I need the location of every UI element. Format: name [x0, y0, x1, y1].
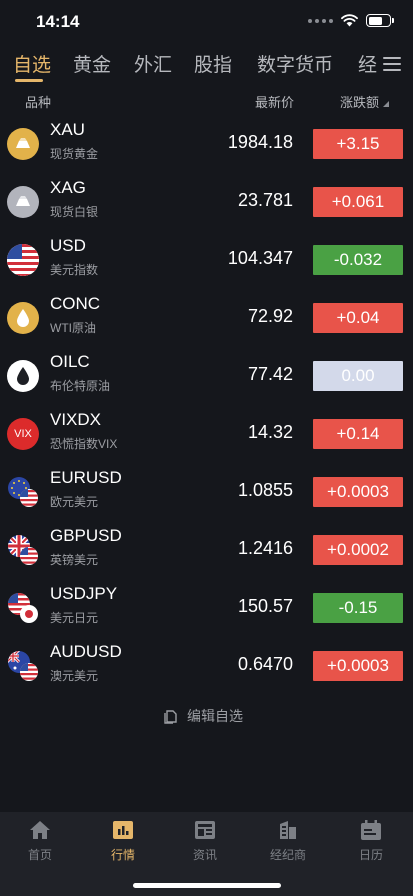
quote-row-conc[interactable]: CONC WTI原油 72.92 +0.04 — [0, 289, 413, 347]
change-badge[interactable]: +0.061 — [313, 187, 403, 217]
last-price: 77.42 — [247, 364, 293, 384]
quote-row-gbpusd[interactable]: GBPUSD 英镑美元 1.2416 +0.0002 — [0, 521, 413, 579]
signal-dots-icon — [308, 18, 333, 23]
nav-label: 首页 — [27, 848, 52, 862]
instrument-name: 布伦特原油 — [50, 379, 111, 393]
symbol: AUDUSD — [50, 642, 122, 661]
symbol: OILC — [50, 352, 90, 371]
news-icon — [195, 821, 215, 839]
nav-broker[interactable]: 经纪商 — [258, 820, 318, 863]
active-tab-indicator — [15, 79, 43, 82]
broker-building-icon — [280, 821, 296, 839]
instrument-name: 现货黄金 — [50, 147, 99, 161]
sort-indicator-icon[interactable] — [383, 101, 389, 107]
oil-drop-white-icon — [7, 360, 39, 392]
last-price: 72.92 — [247, 306, 293, 326]
change-badge[interactable]: 0.00 — [313, 361, 403, 391]
symbol: EURUSD — [50, 468, 122, 487]
nav-label: 经纪商 — [269, 848, 306, 862]
last-price: 1.2416 — [237, 538, 293, 558]
change-badge[interactable]: +0.0002 — [313, 535, 403, 565]
symbol: VIXDX — [50, 410, 102, 429]
battery-icon — [366, 14, 394, 27]
change-badge[interactable]: +0.04 — [313, 303, 403, 333]
nav-label: 行情 — [110, 848, 135, 862]
symbol: CONC — [50, 294, 101, 313]
symbol: USDJPY — [50, 584, 118, 603]
quote-row-audusd[interactable]: AUDUSD 澳元美元 0.6470 +0.0003 — [0, 637, 413, 695]
instrument-name: 欧元美元 — [50, 495, 99, 509]
change-badge[interactable]: +3.15 — [313, 129, 403, 159]
last-price: 23.781 — [237, 190, 293, 210]
instrument-name: WTI原油 — [50, 321, 96, 335]
instrument-name: 现货白银 — [50, 205, 99, 219]
quote-row-usd[interactable]: USD 美元指数 104.347 -0.032 — [0, 231, 413, 289]
column-header-name: 品种 — [25, 95, 52, 110]
us-flag-icon — [7, 244, 39, 276]
symbol: GBPUSD — [50, 526, 122, 545]
last-price: 150.57 — [237, 596, 293, 616]
eu-us-flag-icon — [7, 476, 39, 508]
instrument-name: 英镑美元 — [50, 553, 99, 567]
gold-bar-icon — [7, 128, 39, 160]
nav-home[interactable]: 首页 — [10, 820, 70, 863]
market-chart-icon — [113, 821, 133, 839]
column-header-change[interactable]: 涨跌额 — [340, 92, 379, 111]
us-jp-flag-icon — [7, 592, 39, 624]
column-header-price[interactable]: 最新价 — [255, 92, 294, 111]
edit-watchlist-button[interactable]: 编辑自选 — [163, 706, 243, 726]
oil-drop-gold-icon — [7, 302, 39, 334]
nav-market[interactable]: 行情 — [93, 820, 153, 863]
quote-row-usdjpy[interactable]: USDJPY 美元日元 150.57 -0.15 — [0, 579, 413, 637]
quote-row-oilc[interactable]: OILC 布伦特原油 77.42 0.00 — [0, 347, 413, 405]
change-badge[interactable]: +0.0003 — [313, 651, 403, 681]
instrument-name: 美元日元 — [50, 611, 99, 625]
last-price: 0.6470 — [237, 654, 293, 674]
category-tabs: 自选 黄金 外汇 股指 数字货币 经 — [0, 50, 413, 80]
silver-bar-icon — [7, 186, 39, 218]
au-us-flag-icon — [7, 650, 39, 682]
tab-forex[interactable]: 外汇 — [134, 50, 172, 77]
status-bar: 14:14 — [0, 0, 413, 44]
status-icons — [308, 14, 394, 27]
symbol: USD — [50, 236, 86, 255]
edit-icon — [164, 710, 177, 724]
tab-gold[interactable]: 黄金 — [73, 50, 111, 77]
status-time: 14:14 — [36, 12, 80, 31]
nav-label: 资讯 — [192, 848, 217, 862]
change-badge[interactable]: +0.0003 — [313, 477, 403, 507]
last-price: 104.347 — [227, 248, 293, 268]
last-price: 1984.18 — [227, 132, 293, 152]
change-badge[interactable]: +0.14 — [313, 419, 403, 449]
wifi-icon — [341, 14, 358, 27]
instrument-name: 恐慌指数VIX — [50, 437, 118, 451]
nav-label: 日历 — [358, 848, 383, 862]
uk-us-flag-icon — [7, 534, 39, 566]
tab-crypto[interactable]: 数字货币 — [257, 50, 333, 77]
instrument-name: 美元指数 — [50, 263, 99, 277]
home-indicator — [133, 883, 281, 888]
home-icon — [30, 821, 50, 839]
change-badge[interactable]: -0.15 — [313, 593, 403, 623]
quote-row-xag[interactable]: XAG 现货白银 23.781 +0.061 — [0, 173, 413, 231]
nav-calendar[interactable]: 日历 — [341, 820, 401, 863]
tab-economy[interactable]: 经 — [358, 50, 377, 77]
nav-news[interactable]: 资讯 — [175, 820, 235, 863]
calendar-icon — [361, 820, 381, 840]
tab-index[interactable]: 股指 — [194, 50, 232, 77]
quote-row-eurusd[interactable]: EURUSD 欧元美元 1.0855 +0.0003 — [0, 463, 413, 521]
tab-watchlist[interactable]: 自选 — [13, 50, 51, 77]
instrument-name: 澳元美元 — [50, 669, 99, 683]
quote-row-xau[interactable]: XAU 现货黄金 1984.18 +3.15 — [0, 115, 413, 173]
vix-icon: VIX — [7, 418, 39, 450]
last-price: 14.32 — [247, 422, 293, 442]
change-badge[interactable]: -0.032 — [313, 245, 403, 275]
symbol: XAG — [50, 178, 86, 197]
menu-icon[interactable] — [383, 56, 401, 72]
quote-row-vixdx[interactable]: VIX VIXDX 恐慌指数VIX 14.32 +0.14 — [0, 405, 413, 463]
last-price: 1.0855 — [237, 480, 293, 500]
symbol: XAU — [50, 120, 85, 139]
edit-watchlist-label: 编辑自选 — [187, 708, 243, 724]
